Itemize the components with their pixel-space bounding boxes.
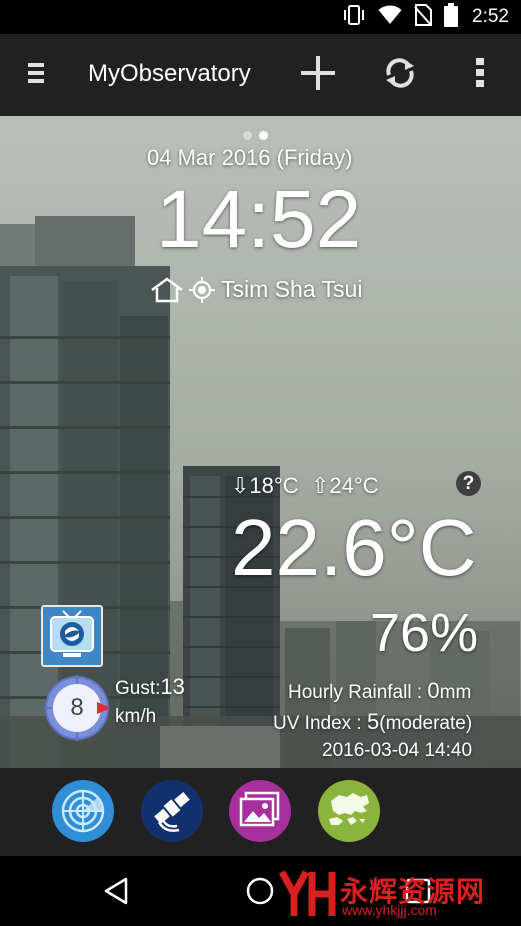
overflow-menu-icon [475,57,485,94]
back-button[interactable] [76,856,156,926]
wifi-icon [378,5,402,30]
date-label: 04 Mar 2016 (Friday) [147,145,353,170]
gallery-button[interactable] [229,780,291,842]
weather-tv-button[interactable] [41,605,103,667]
satellite-button[interactable] [141,780,203,842]
location-label[interactable]: Tsim Sha Tsui [221,276,362,303]
uv-value: 5 [367,709,380,734]
gust-label: Gust: [115,678,161,699]
action-bar: MyObservatory [0,34,521,116]
map-button[interactable] [318,780,380,842]
home-icon [246,877,274,905]
radar-icon [61,789,105,833]
no-sim-icon [414,3,433,31]
page-indicator [243,131,268,140]
status-time: 2:52 [472,6,509,27]
refresh-button[interactable] [370,34,430,116]
humidity: 76% [370,603,479,663]
add-button[interactable] [288,34,348,116]
satellite-icon [154,791,190,832]
back-icon [104,877,128,905]
rainfall-value: 0 [427,678,440,703]
tv-icon [43,607,101,665]
gust-unit: km/h [115,706,157,727]
radar-button[interactable] [52,780,114,842]
refresh-icon [382,55,418,96]
uv-level: (moderate) [379,713,473,734]
min-temperature: ⇩18°C [231,473,299,498]
watermark-logo [278,870,336,916]
watermark-url: www.yhkjjj.com [342,902,437,918]
uv-index: UV Index : 5(moderate) [273,709,472,735]
app-tray [0,768,521,856]
max-temperature: ⇧24°C [311,473,379,498]
battery-icon [444,2,459,32]
gust-value: 13 [160,674,185,699]
gust: Gust:13 [115,674,185,700]
add-icon [300,55,336,96]
clock-time: 14:52 [156,174,362,265]
page-dot [243,131,252,140]
photo-gallery-icon [239,791,280,827]
status-bar: 2:52 [0,0,521,34]
vibrate-icon [342,4,366,31]
current-temperature: 22.6°C [231,503,477,592]
wind-force: 8 [70,694,84,721]
help-button[interactable]: ? [456,471,481,496]
weather-panel[interactable]: 04 Mar 2016 (Friday) 14:52 Tsim Sha Tsui… [0,116,521,768]
wind-compass[interactable]: 8 [42,673,112,743]
update-time: 2016-03-04 14:40 [322,740,473,761]
watermark: 永辉资源网 www.yhkjjj.com [278,866,518,922]
app-title: MyObservatory [88,60,251,87]
menu-button[interactable] [6,34,66,116]
page-dot-active [259,131,268,140]
hong-kong-map-icon [329,793,369,825]
hourly-rainfall: Hourly Rainfall : 0mm [288,678,471,704]
uv-label: UV Index : [273,713,367,734]
home-location-icon[interactable] [150,277,184,303]
gps-icon [189,277,215,303]
rainfall-label: Hourly Rainfall : [288,682,428,703]
overflow-menu-button[interactable] [450,34,510,116]
help-icon: ? [462,472,475,494]
rainfall-unit: mm [439,682,472,703]
menu-icon [26,61,46,90]
